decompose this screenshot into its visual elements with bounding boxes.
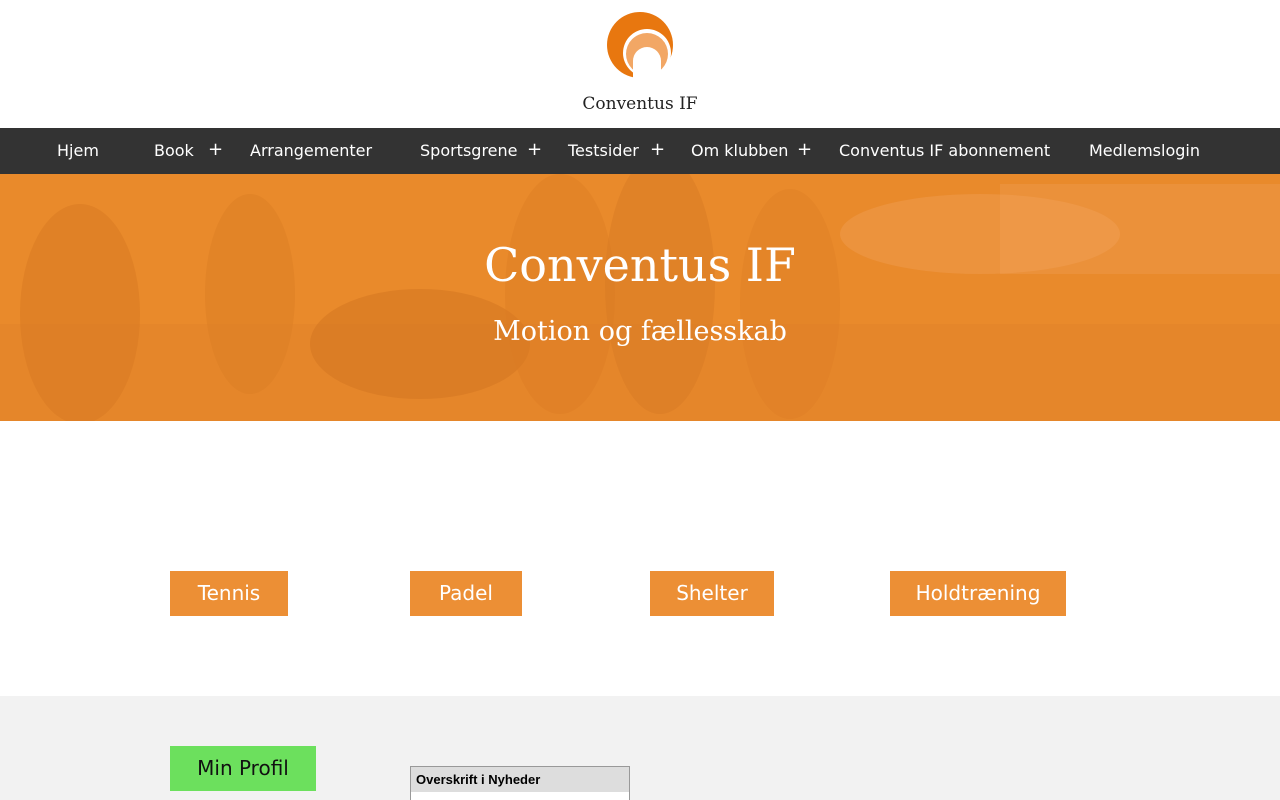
circle-logo-icon[interactable] bbox=[606, 11, 674, 79]
padel-button[interactable]: Padel bbox=[410, 571, 522, 616]
news-heading: Overskrift i Nyheder bbox=[411, 767, 629, 792]
nav-item-sportsgrene[interactable]: Sportsgrene bbox=[420, 128, 518, 174]
nav-item-book[interactable]: Book bbox=[154, 128, 194, 174]
nav-item-abonnement[interactable]: Conventus IF abonnement bbox=[839, 128, 1050, 174]
site-header: Conventus IF bbox=[0, 0, 1280, 128]
nav-item-medlemslogin[interactable]: Medlemslogin bbox=[1089, 128, 1200, 174]
news-widget: Overskrift i Nyheder bbox=[410, 766, 630, 800]
hero-banner bbox=[0, 174, 1280, 421]
hero-title: Conventus IF bbox=[484, 238, 796, 292]
hero-subtitle: Motion og fællesskab bbox=[493, 316, 787, 347]
holdtraening-button[interactable]: Holdtræning bbox=[890, 571, 1066, 616]
nav-item-arrangementer[interactable]: Arrangementer bbox=[250, 128, 372, 174]
expand-plus-icon[interactable]: + bbox=[208, 128, 223, 174]
min-profil-button[interactable]: Min Profil bbox=[170, 746, 316, 791]
main-nav: Hjem Book + Arrangementer Sportsgrene + … bbox=[0, 128, 1280, 174]
hero-background-image bbox=[0, 174, 1280, 421]
nav-item-hjem[interactable]: Hjem bbox=[57, 128, 99, 174]
shelter-button[interactable]: Shelter bbox=[650, 571, 774, 616]
site-name[interactable]: Conventus IF bbox=[0, 94, 1280, 114]
nav-item-testsider[interactable]: Testsider bbox=[568, 128, 639, 174]
expand-plus-icon[interactable]: + bbox=[650, 128, 665, 174]
expand-plus-icon[interactable]: + bbox=[527, 128, 542, 174]
nav-item-om-klubben[interactable]: Om klubben bbox=[691, 128, 788, 174]
expand-plus-icon[interactable]: + bbox=[797, 128, 812, 174]
tennis-button[interactable]: Tennis bbox=[170, 571, 288, 616]
